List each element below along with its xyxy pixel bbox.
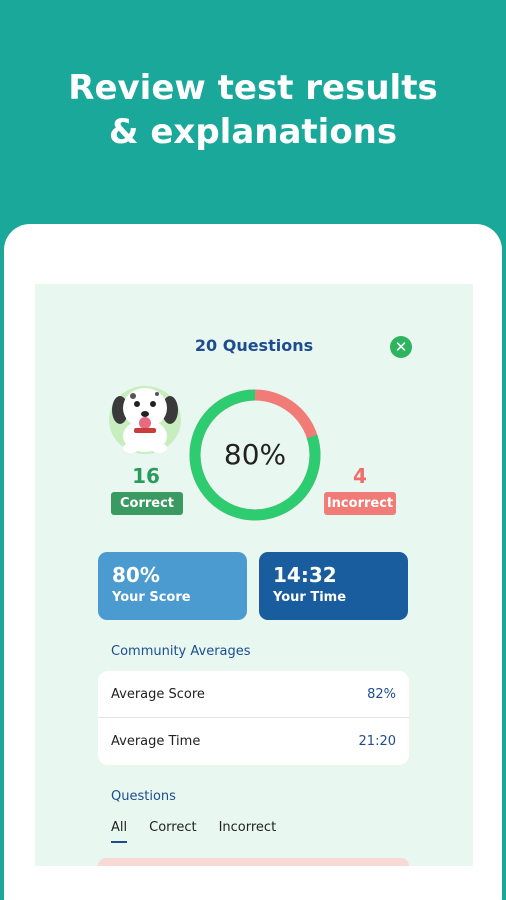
results-screen: 20 Questions ✕ 80% 16 Correct 4 Incorrec…: [35, 284, 473, 866]
tab-correct[interactable]: Correct: [149, 819, 196, 843]
average-time-label: Average Time: [111, 733, 201, 749]
average-time-value: 21:20: [358, 733, 396, 749]
question-list-item[interactable]: [98, 858, 409, 866]
your-time-card: 14:32 Your Time: [259, 552, 408, 620]
average-time-row: Average Time 21:20: [111, 718, 396, 764]
tab-incorrect[interactable]: Incorrect: [219, 819, 277, 843]
your-score-value: 80%: [112, 563, 160, 587]
questions-title: Questions: [111, 789, 176, 804]
your-score-card: 80% Your Score: [98, 552, 247, 620]
headline-line-1: Review test results: [68, 68, 438, 108]
question-filter-tabs: All Correct Incorrect: [111, 819, 298, 843]
score-percent: 80%: [223, 438, 287, 471]
community-averages-title: Community Averages: [111, 644, 251, 659]
correct-count: 16: [132, 464, 160, 488]
average-score-value: 82%: [367, 686, 396, 702]
incorrect-badge: Incorrect: [324, 492, 396, 515]
your-time-caption: Your Time: [273, 590, 347, 605]
dalmatian-puppy-icon: [109, 386, 181, 454]
community-averages-card: Average Score 82% Average Time 21:20: [98, 671, 409, 765]
promo-headline: Review test results & explanations: [0, 66, 506, 154]
your-time-value: 14:32: [273, 563, 337, 587]
your-score-caption: Your Score: [112, 590, 191, 605]
incorrect-count: 4: [353, 464, 367, 488]
headline-line-2: & explanations: [108, 112, 398, 152]
tab-all[interactable]: All: [111, 819, 128, 843]
average-score-label: Average Score: [111, 686, 205, 702]
average-score-row: Average Score 82%: [111, 671, 396, 717]
close-icon[interactable]: ✕: [390, 336, 412, 358]
correct-badge: Correct: [111, 492, 183, 515]
